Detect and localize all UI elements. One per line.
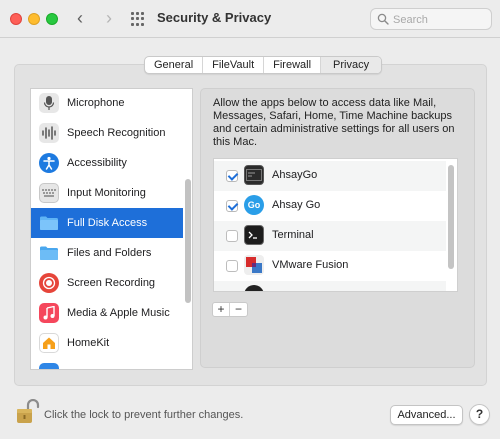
category-list-scrollbar[interactable] [185,179,191,303]
add-app-button[interactable]: + [213,303,230,316]
category-homekit[interactable]: HomeKit [31,328,183,358]
help-button[interactable]: ? [469,404,490,425]
category-next-partial [31,358,183,369]
app-name: Terminal [272,229,314,241]
list-controls: + − [212,302,248,317]
zoom-window-button[interactable] [46,13,58,25]
window-title: Security & Privacy [157,10,272,25]
category-label: Full Disk Access [67,217,148,229]
search-input[interactable] [393,12,487,27]
close-window-button[interactable] [10,13,22,25]
app-checkbox[interactable] [226,260,238,272]
category-label: Microphone [67,97,125,109]
category-label: Media & Apple Music [67,307,170,319]
app-checkbox[interactable] [226,170,238,182]
app-list-scrollbar[interactable] [448,165,454,269]
remove-app-button[interactable]: − [230,303,247,316]
search-field[interactable] [370,8,492,30]
category-media-apple-music[interactable]: Media & Apple Music [31,298,183,328]
folder-icon [39,243,59,263]
terminal-icon [244,225,264,245]
record-icon [39,273,59,293]
lock-message: Click the lock to prevent further change… [44,409,244,421]
tab-general[interactable]: General [145,57,204,73]
tab-privacy[interactable]: Privacy [321,57,382,73]
app-row[interactable]: VMware Fusion [214,251,446,281]
lock-icon[interactable] [14,398,40,425]
partial-category-icon [39,363,59,369]
category-speech-recognition[interactable]: Speech Recognition [31,118,183,148]
category-label: Speech Recognition [67,127,166,139]
home-icon [39,333,59,353]
tab-bar: General FileVault Firewall Privacy [144,56,383,74]
app-name: VMware Fusion [272,259,349,271]
category-screen-recording[interactable]: Screen Recording [31,268,183,298]
minimize-window-button[interactable] [28,13,40,25]
partial-app-icon [244,285,264,291]
app-checkbox[interactable] [226,200,238,212]
app-row-partial [214,281,446,291]
app-name: AhsayGo [272,169,318,181]
keyboard-icon [39,183,59,203]
app-row[interactable]: AhsayGo [214,161,446,191]
advanced-button[interactable]: Advanced... [390,405,463,425]
category-label: Screen Recording [67,277,156,289]
full-disk-access-description: Allow the apps below to access data like… [213,97,455,148]
tab-firewall[interactable]: Firewall [264,57,322,73]
folder-icon [39,213,59,233]
tab-filevault[interactable]: FileVault [203,57,265,73]
privacy-category-list[interactable]: Microphone Speech Recognition Accessibil… [30,88,193,370]
ahsay-go-icon: Go [244,195,264,215]
category-accessibility[interactable]: Accessibility [31,148,183,178]
category-label: Files and Folders [67,247,152,259]
category-label: Input Monitoring [67,187,146,199]
title-bar: ‹ › Security & Privacy [0,0,500,38]
microphone-icon [39,93,59,113]
music-icon [39,303,59,323]
category-full-disk-access[interactable]: Full Disk Access [31,208,183,238]
vmware-icon [244,255,264,275]
app-name: Ahsay Go [272,199,321,211]
category-files-and-folders[interactable]: Files and Folders [31,238,183,268]
search-icon [377,13,389,25]
forward-arrow-icon[interactable]: › [101,8,117,28]
back-arrow-icon[interactable]: ‹ [72,8,88,28]
category-label: HomeKit [67,337,110,349]
category-microphone[interactable]: Microphone [31,89,183,118]
app-row[interactable]: Terminal [214,221,446,251]
show-all-grid-icon[interactable] [131,12,145,26]
category-label: Accessibility [67,157,127,169]
accessibility-icon [39,153,59,173]
waveform-icon [39,123,59,143]
app-row[interactable]: Go Ahsay Go [214,191,446,221]
app-list[interactable]: AhsayGo Go Ahsay Go Terminal VMware Fusi… [213,158,458,292]
category-input-monitoring[interactable]: Input Monitoring [31,178,183,208]
app-checkbox[interactable] [226,230,238,242]
terminal-app-icon [244,165,264,185]
